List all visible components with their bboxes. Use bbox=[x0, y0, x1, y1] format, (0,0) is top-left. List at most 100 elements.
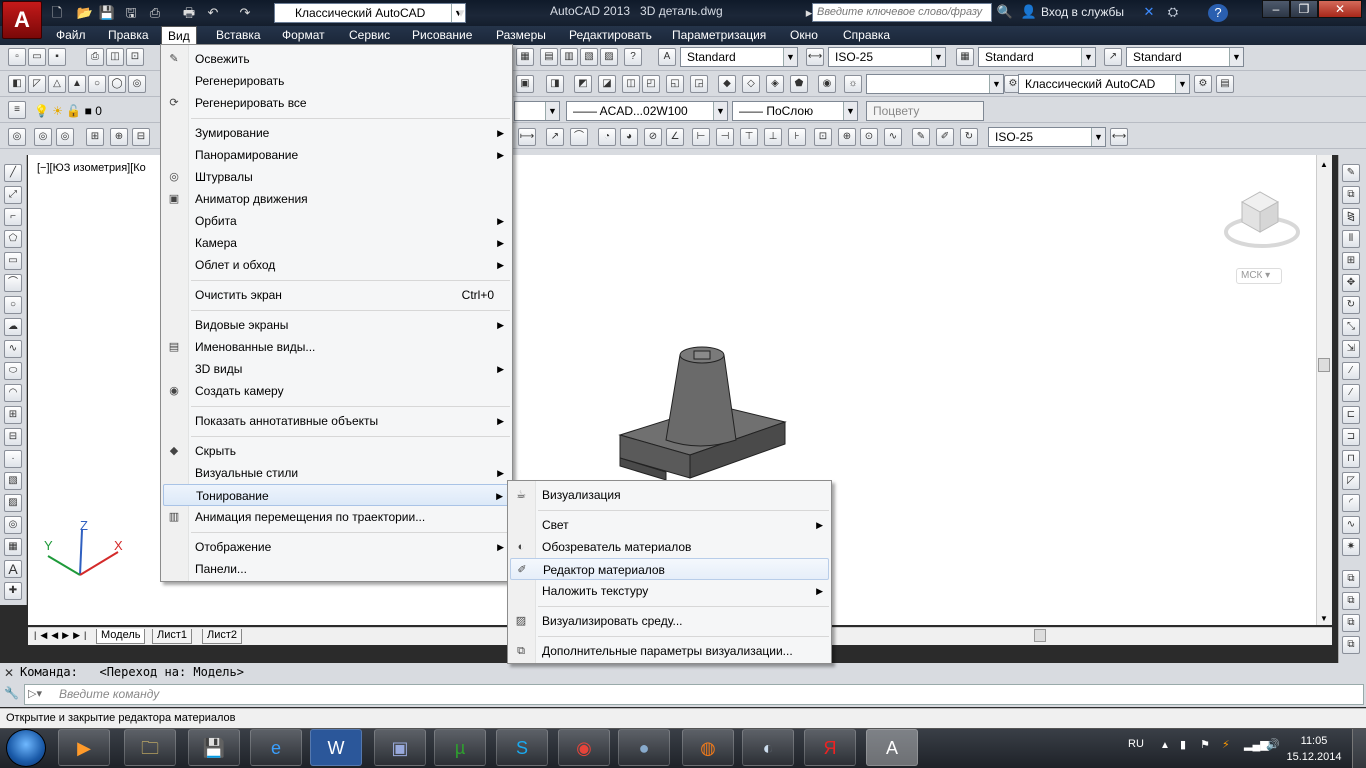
save-disk-icon[interactable]: 💾 bbox=[188, 729, 240, 766]
copy-icon[interactable]: ⧉ bbox=[1342, 186, 1360, 204]
autocad-taskbar-icon[interactable]: A bbox=[866, 729, 918, 766]
tab-layout1[interactable]: Лист1 bbox=[152, 629, 193, 644]
tab-model[interactable]: Модель bbox=[96, 629, 146, 644]
tolerance-icon[interactable]: ⊡ bbox=[814, 128, 832, 146]
scroll-down-icon[interactable]: ▼ bbox=[1320, 614, 1328, 623]
wedge-icon[interactable]: ◸ bbox=[28, 75, 46, 93]
menu-insert[interactable]: Вставка bbox=[210, 26, 267, 45]
toolbar-icon[interactable]: ▥ bbox=[560, 48, 578, 66]
tab-layout2[interactable]: Лист2 bbox=[202, 629, 243, 644]
workspace-selector[interactable]: Классический AutoCAD ▼ bbox=[274, 3, 466, 23]
stay-connected-icon[interactable]: ⛭ bbox=[1164, 4, 1182, 20]
point-icon[interactable]: · bbox=[4, 450, 22, 468]
inspect-icon[interactable]: ⊙ bbox=[860, 128, 878, 146]
redo-icon[interactable]: ↷ bbox=[236, 4, 254, 21]
revision-cloud-icon[interactable]: ☁ bbox=[4, 318, 22, 336]
dim-break-icon[interactable]: ⊦ bbox=[788, 128, 806, 146]
menu-item[interactable]: ☕ Визуализация bbox=[510, 484, 829, 506]
rotate-icon[interactable]: ↻ bbox=[1342, 296, 1360, 314]
toolbar-icon[interactable]: ◱ bbox=[666, 75, 684, 93]
menu-window[interactable]: Окно bbox=[784, 26, 824, 45]
break-icon[interactable]: ⊏ bbox=[1342, 406, 1360, 424]
erase-icon[interactable]: ✎ bbox=[1342, 164, 1360, 182]
camera-icon[interactable]: ◉ bbox=[818, 75, 836, 93]
close-command-icon[interactable]: ✕ bbox=[4, 666, 14, 680]
new-icon[interactable]: 🗋 bbox=[48, 4, 66, 21]
jog-line-icon[interactable]: ∿ bbox=[884, 128, 902, 146]
dim-continue-icon[interactable]: ⊤ bbox=[740, 128, 758, 146]
menu-item[interactable]: ▥ Анимация перемещения по траектории... bbox=[163, 506, 510, 528]
save-icon[interactable]: 💾 bbox=[98, 4, 116, 21]
color-select[interactable]: ▼ bbox=[514, 101, 560, 121]
command-input[interactable]: Введите команду bbox=[24, 684, 1364, 705]
vertical-scroll-thumb[interactable] bbox=[1318, 358, 1330, 372]
dim-aligned-icon[interactable]: ↗ bbox=[546, 128, 564, 146]
customize-icon[interactable]: ▤ bbox=[1216, 75, 1234, 93]
menu-draw[interactable]: Рисование bbox=[406, 26, 478, 45]
menu-item[interactable]: ▣ Аниматор движения bbox=[163, 188, 510, 210]
visual-style-icon[interactable]: ◇ bbox=[742, 75, 760, 93]
menu-item[interactable]: Камера ▶ bbox=[163, 232, 510, 254]
search-input[interactable]: Введите ключевое слово/фразу bbox=[812, 3, 992, 22]
language-indicator[interactable]: RU bbox=[1128, 738, 1144, 750]
chrome-icon[interactable]: ◉ bbox=[558, 729, 610, 766]
word-icon[interactable]: W bbox=[310, 729, 362, 766]
break-point-icon[interactable]: ⊐ bbox=[1342, 428, 1360, 446]
menu-parametric[interactable]: Параметризация bbox=[666, 26, 772, 45]
menu-item[interactable]: ✎ Освежить bbox=[163, 48, 510, 70]
mirror-icon[interactable]: ⧎ bbox=[1342, 208, 1360, 226]
toolbar-icon[interactable]: ◩ bbox=[574, 75, 592, 93]
polygon-icon[interactable]: ⬠ bbox=[4, 230, 22, 248]
sphere-icon[interactable]: ○ bbox=[88, 75, 106, 93]
toolbar-icon[interactable]: ▦ bbox=[516, 48, 534, 66]
region-icon[interactable]: ◎ bbox=[4, 516, 22, 534]
help-icon[interactable]: ? bbox=[624, 48, 642, 66]
add-selected-icon[interactable]: ✚ bbox=[4, 582, 22, 600]
open-icon[interactable]: 📂 bbox=[76, 4, 94, 21]
file-explorer-icon[interactable]: 🗀 bbox=[124, 729, 176, 766]
toolbar-icon[interactable]: ◎ bbox=[8, 128, 26, 146]
draworder-front-icon[interactable]: ⧉ bbox=[1342, 614, 1360, 632]
arc-icon[interactable]: ⌒ bbox=[4, 274, 22, 292]
exchange-icon[interactable]: ✕ bbox=[1140, 4, 1158, 20]
viewport-controls-label[interactable]: [−][ЮЗ изометрия][Ко bbox=[37, 162, 146, 174]
table-style-select[interactable]: Standard ▼ bbox=[978, 47, 1096, 67]
explode-icon[interactable]: ✷ bbox=[1342, 538, 1360, 556]
construction-line-icon[interactable]: ⤢ bbox=[4, 186, 22, 204]
dim-arc-icon[interactable]: ⌒ bbox=[570, 128, 588, 146]
dim-edit-icon[interactable]: ✎ bbox=[912, 128, 930, 146]
show-desktop-button[interactable] bbox=[1352, 729, 1366, 768]
table-style-icon[interactable]: ▦ bbox=[956, 48, 974, 66]
windows-start-icon[interactable] bbox=[6, 729, 46, 767]
draworder-icon[interactable]: ⧉ bbox=[1342, 570, 1360, 588]
pyramid-icon[interactable]: ▲ bbox=[68, 75, 86, 93]
search-icon[interactable]: 🔍 bbox=[996, 4, 1014, 20]
menu-item[interactable]: Показать аннотативные объекты ▶ bbox=[163, 410, 510, 432]
dim-baseline-icon[interactable]: ⊣ bbox=[716, 128, 734, 146]
make-block-icon[interactable]: ⊟ bbox=[4, 428, 22, 446]
array-icon[interactable]: ⊞ bbox=[1342, 252, 1360, 270]
dim-style-select-2[interactable]: ISO-25 ▼ bbox=[988, 127, 1106, 147]
stretch-icon[interactable]: ⇲ bbox=[1342, 340, 1360, 358]
menu-item[interactable]: 3D виды ▶ bbox=[163, 358, 510, 380]
insert-block-icon[interactable]: ⊞ bbox=[4, 406, 22, 424]
skype-icon[interactable]: S bbox=[496, 729, 548, 766]
draworder-above-icon[interactable]: ⧉ bbox=[1342, 636, 1360, 654]
3d-model[interactable] bbox=[610, 340, 800, 490]
application-menu-button[interactable]: A bbox=[2, 1, 42, 39]
multiline-text-icon[interactable]: A bbox=[4, 560, 22, 578]
menu-item[interactable]: Тонирование ▶ bbox=[163, 484, 510, 506]
dim-angular-icon[interactable]: ∠ bbox=[666, 128, 684, 146]
toolbar-icon[interactable]: ◎ bbox=[34, 128, 52, 146]
toolbar-icon[interactable]: ▤ bbox=[540, 48, 558, 66]
toolbar-icon[interactable]: ◎ bbox=[56, 128, 74, 146]
torus-icon[interactable]: ◎ bbox=[128, 75, 146, 93]
menu-format[interactable]: Формат bbox=[276, 26, 331, 45]
dim-text-edit-icon[interactable]: ✐ bbox=[936, 128, 954, 146]
dim-diameter-icon[interactable]: ⊘ bbox=[644, 128, 662, 146]
toolbar-icon[interactable]: ◰ bbox=[642, 75, 660, 93]
menu-item[interactable]: Очистить экран Ctrl+0 bbox=[163, 284, 510, 306]
fillet-icon[interactable]: ◜ bbox=[1342, 494, 1360, 512]
user-icon[interactable]: 👤 bbox=[1020, 4, 1038, 20]
menu-edit[interactable]: Правка bbox=[102, 26, 155, 45]
